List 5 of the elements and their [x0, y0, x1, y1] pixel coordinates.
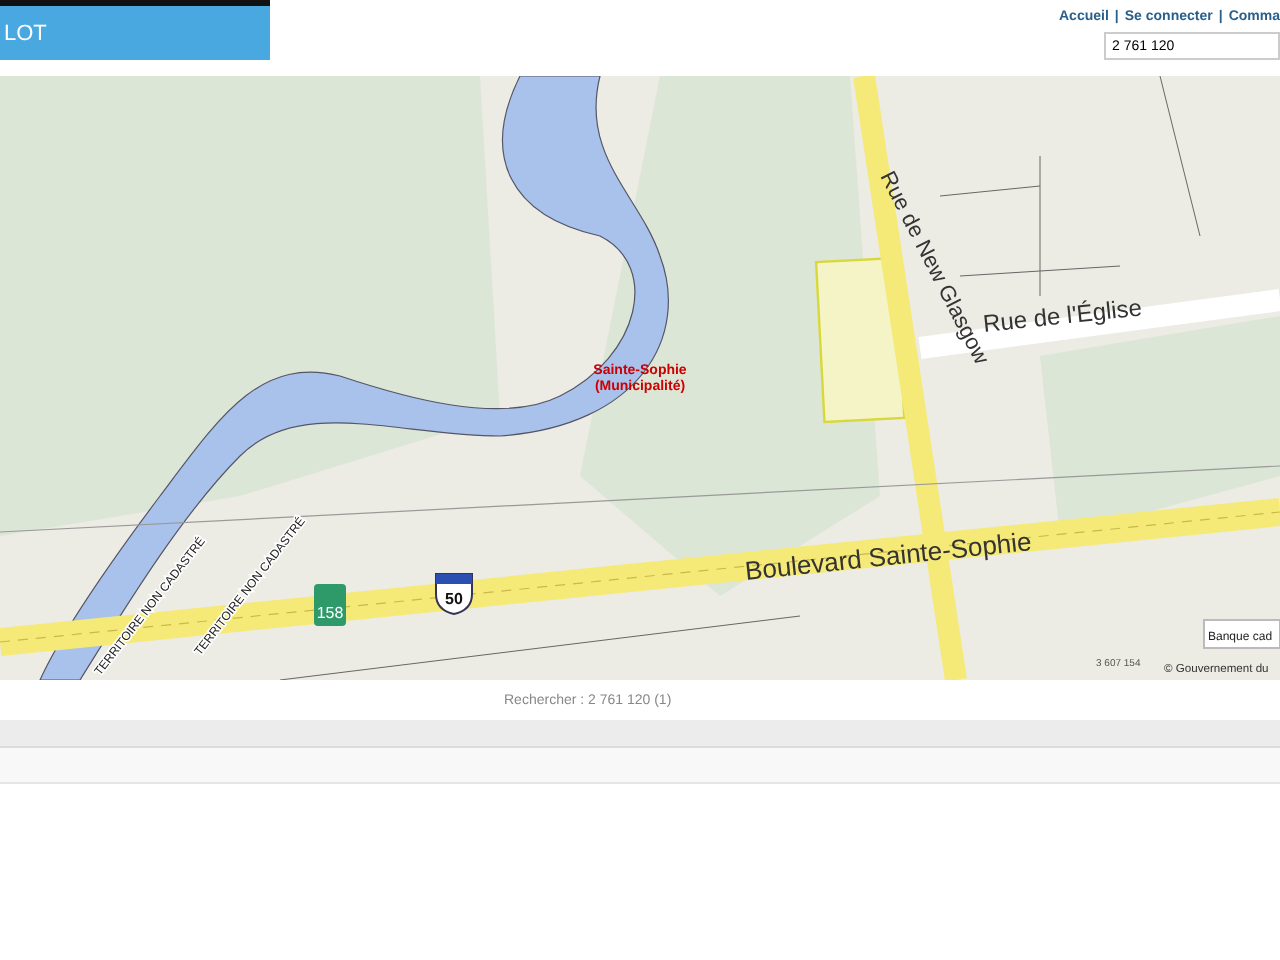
highway-shield: 50	[435, 573, 473, 615]
route-shield: 158	[314, 584, 346, 626]
map-label: Rue de l'Église	[981, 293, 1144, 338]
page-title: LOT	[2, 21, 47, 45]
map-label: Boulevard Sainte-Sophie	[743, 526, 1033, 586]
